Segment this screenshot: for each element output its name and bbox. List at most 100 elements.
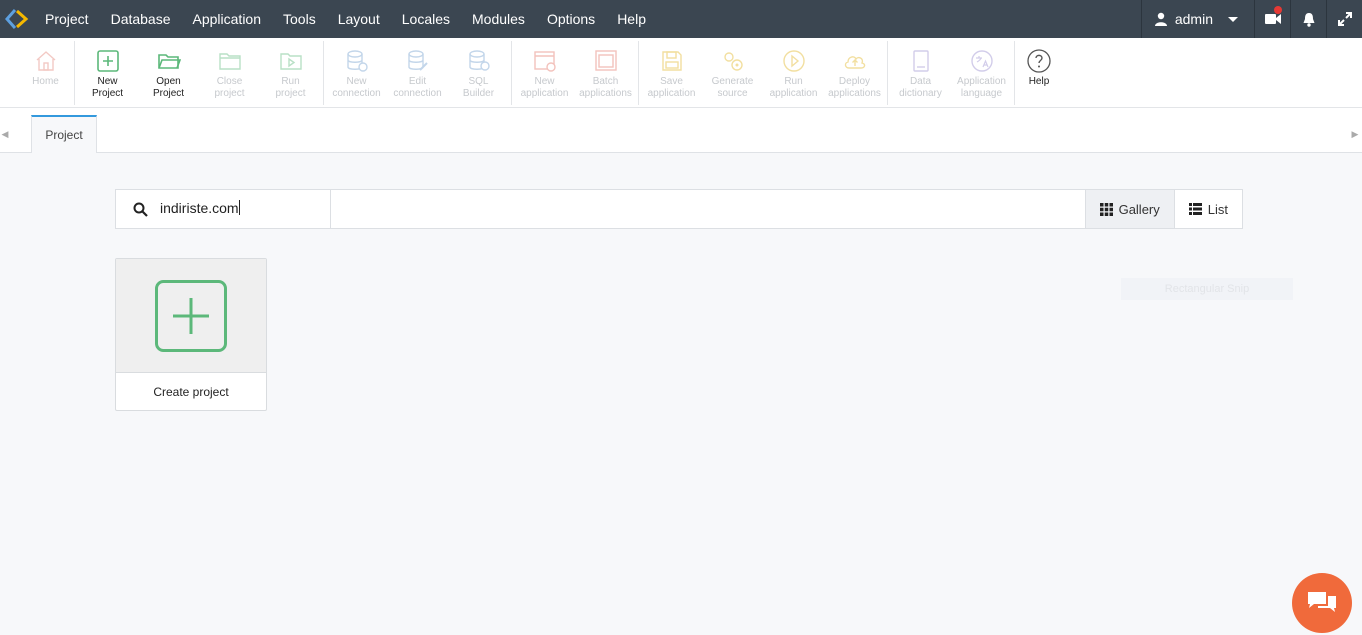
create-project-card[interactable]: Create project xyxy=(115,258,267,411)
menubar: Project Database Application Tools Layou… xyxy=(0,0,1362,38)
new-application-button[interactable]: New application xyxy=(514,41,575,105)
toolbar-group-application-run: Save application Generate source Run app… xyxy=(641,41,888,105)
toolbar-group-application-new: New application Batch applications xyxy=(514,41,639,105)
translate-icon xyxy=(970,50,993,72)
batch-applications-button[interactable]: Batch applications xyxy=(575,41,636,105)
sql-builder-icon xyxy=(468,50,490,71)
toolbar-group-help: Help xyxy=(1017,41,1063,105)
grid-icon xyxy=(1099,202,1113,216)
new-application-label: New application xyxy=(520,76,569,99)
tab-project-label: Project xyxy=(45,128,83,142)
deploy-applications-label: Deploy applications xyxy=(828,76,881,99)
help-button[interactable]: Help xyxy=(1017,41,1061,105)
list-icon xyxy=(1188,203,1202,215)
new-connection-label: New connection xyxy=(332,76,381,99)
search-input[interactable]: indiriste.com xyxy=(116,190,331,228)
menu-help[interactable]: Help xyxy=(606,0,657,38)
snip-overlay: Rectangular Snip xyxy=(1121,278,1293,300)
gallery-view-button[interactable]: Gallery xyxy=(1084,190,1174,228)
edit-connection-icon xyxy=(407,50,428,71)
new-project-icon xyxy=(96,50,119,72)
menu-database[interactable]: Database xyxy=(100,0,182,38)
save-application-button[interactable]: Save application xyxy=(641,41,702,105)
tab-scroll-left-icon[interactable]: ◀ xyxy=(0,116,10,152)
notification-dot xyxy=(1274,6,1282,14)
card-preview xyxy=(116,259,266,373)
toolbar-group-project: New Project Open Project Close project R… xyxy=(77,41,324,105)
toolbar: Home New Project Open Project Close proj… xyxy=(0,38,1362,108)
run-project-label: Run project xyxy=(275,76,306,99)
close-project-label: Close project xyxy=(214,76,245,99)
new-connection-button[interactable]: New connection xyxy=(326,41,387,105)
gears-icon xyxy=(723,52,743,71)
generate-source-button[interactable]: Generate source xyxy=(702,41,763,105)
fullscreen-button[interactable] xyxy=(1326,0,1362,38)
toolbar-group-home: Home xyxy=(19,41,75,105)
app-logo-icon[interactable] xyxy=(0,0,34,38)
search-value: indiriste.com xyxy=(160,200,239,216)
menu-application[interactable]: Application xyxy=(182,0,273,38)
edit-connection-button[interactable]: Edit connection xyxy=(387,41,448,105)
sql-builder-button[interactable]: SQL Builder xyxy=(448,41,509,105)
chat-button[interactable] xyxy=(1292,573,1352,633)
menu-options[interactable]: Options xyxy=(536,0,606,38)
run-project-button[interactable]: Run project xyxy=(260,41,321,105)
edit-connection-label: Edit connection xyxy=(393,76,442,99)
open-project-label: Open Project xyxy=(152,76,185,99)
plus-square-icon xyxy=(155,279,227,352)
sql-builder-label: SQL Builder xyxy=(462,76,495,99)
run-project-icon xyxy=(279,53,302,70)
menu-project[interactable]: Project xyxy=(34,0,100,38)
list-view-button[interactable]: List xyxy=(1173,190,1242,228)
toolbar-group-locales: Data dictionary Application language xyxy=(890,41,1015,105)
play-icon xyxy=(782,50,805,72)
new-project-label: New Project xyxy=(91,76,124,99)
user-name: admin xyxy=(1174,11,1213,27)
home-icon xyxy=(36,51,55,71)
data-dictionary-button[interactable]: Data dictionary xyxy=(890,41,951,105)
run-application-button[interactable]: Run application xyxy=(763,41,824,105)
tab-bar: ◀ Project ▶ xyxy=(0,108,1362,153)
open-project-button[interactable]: Open Project xyxy=(138,41,199,105)
menubar-right: admin xyxy=(1140,0,1362,38)
search-icon xyxy=(133,202,148,217)
notifications-button[interactable] xyxy=(1290,0,1326,38)
folder-close-icon xyxy=(218,53,241,70)
chat-icon xyxy=(1308,592,1336,612)
data-dictionary-label: Data dictionary xyxy=(899,76,942,99)
expand-icon xyxy=(1337,12,1352,26)
menu-modules[interactable]: Modules xyxy=(461,0,536,38)
help-label: Help xyxy=(1028,76,1050,87)
save-icon xyxy=(661,51,682,71)
tab-project[interactable]: Project xyxy=(31,115,97,153)
card-label: Create project xyxy=(153,385,229,399)
cloud-upload-icon xyxy=(844,56,865,69)
application-language-button[interactable]: Application language xyxy=(951,41,1012,105)
close-project-button[interactable]: Close project xyxy=(199,41,260,105)
new-project-button[interactable]: New Project xyxy=(77,41,138,105)
home-label: Home xyxy=(32,76,59,87)
bell-icon xyxy=(1303,12,1314,27)
help-icon xyxy=(1027,49,1051,73)
list-label: List xyxy=(1207,201,1228,217)
search-bar-spacer xyxy=(331,190,1085,228)
menu-locales[interactable]: Locales xyxy=(391,0,461,38)
video-button[interactable] xyxy=(1254,0,1290,38)
user-icon xyxy=(1154,12,1167,26)
home-button[interactable]: Home xyxy=(19,41,72,105)
project-search-bar: indiriste.com Gallery List xyxy=(115,189,1243,229)
dictionary-icon xyxy=(912,50,929,72)
application-language-label: Application language xyxy=(957,76,1006,99)
batch-applications-label: Batch applications xyxy=(579,76,632,99)
chevron-down-icon xyxy=(1228,17,1238,22)
deploy-applications-button[interactable]: Deploy applications xyxy=(824,41,885,105)
text-caret xyxy=(238,200,240,215)
menu-layout[interactable]: Layout xyxy=(327,0,391,38)
menu-tools[interactable]: Tools xyxy=(272,0,327,38)
tab-scroll-right-icon[interactable]: ▶ xyxy=(1350,116,1360,152)
user-menu[interactable]: admin xyxy=(1140,0,1254,38)
gallery-label: Gallery xyxy=(1118,201,1160,217)
save-application-label: Save application xyxy=(647,76,696,99)
new-connection-icon xyxy=(346,50,368,72)
toolbar-group-database: New connection Edit connection SQL Build… xyxy=(326,41,512,105)
